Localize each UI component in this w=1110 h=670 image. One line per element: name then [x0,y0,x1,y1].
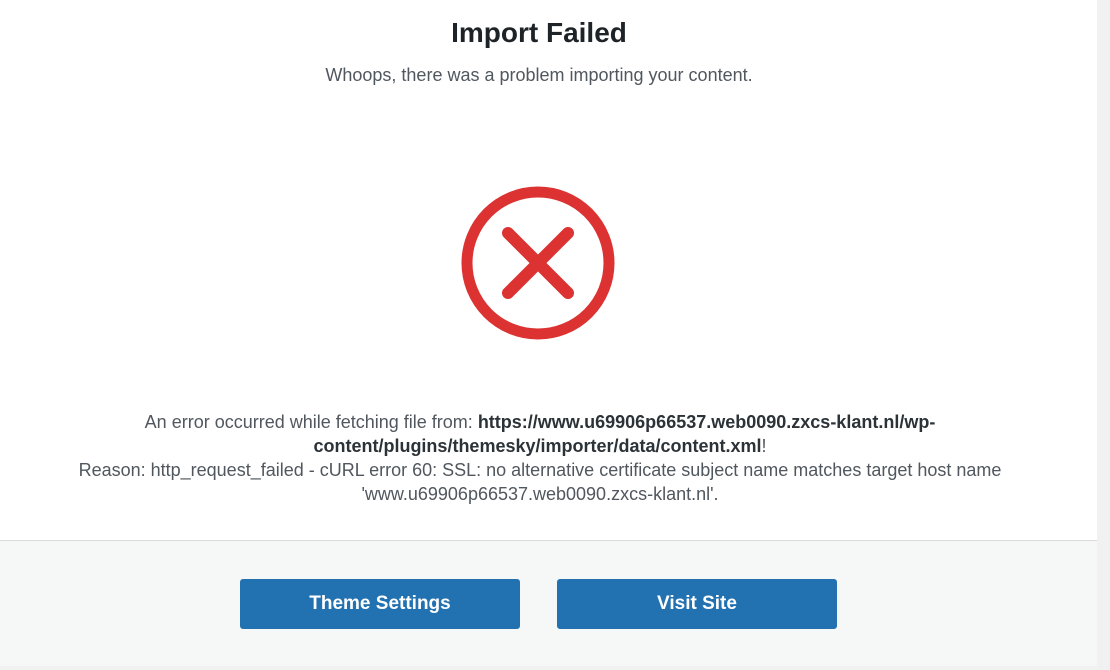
error-url-suffix: ! [761,436,767,456]
page-title: Import Failed [451,17,627,48]
error-reason: Reason: http_request_failed - cURL error… [78,460,1002,504]
error-prefix: An error occurred while fetching file fr… [144,412,478,432]
import-result-body: Import Failed Whoops, there was a proble… [0,0,1097,540]
error-message: An error occurred while fetching file fr… [40,410,1040,506]
theme-settings-button[interactable]: Theme Settings [240,579,520,629]
page-subtitle: Whoops, there was a problem importing yo… [325,65,753,85]
action-footer: Theme Settings Visit Site [0,540,1097,666]
error-x-circle-icon [461,186,615,340]
visit-site-button[interactable]: Visit Site [557,579,837,629]
import-result-panel: Import Failed Whoops, there was a proble… [0,0,1097,666]
